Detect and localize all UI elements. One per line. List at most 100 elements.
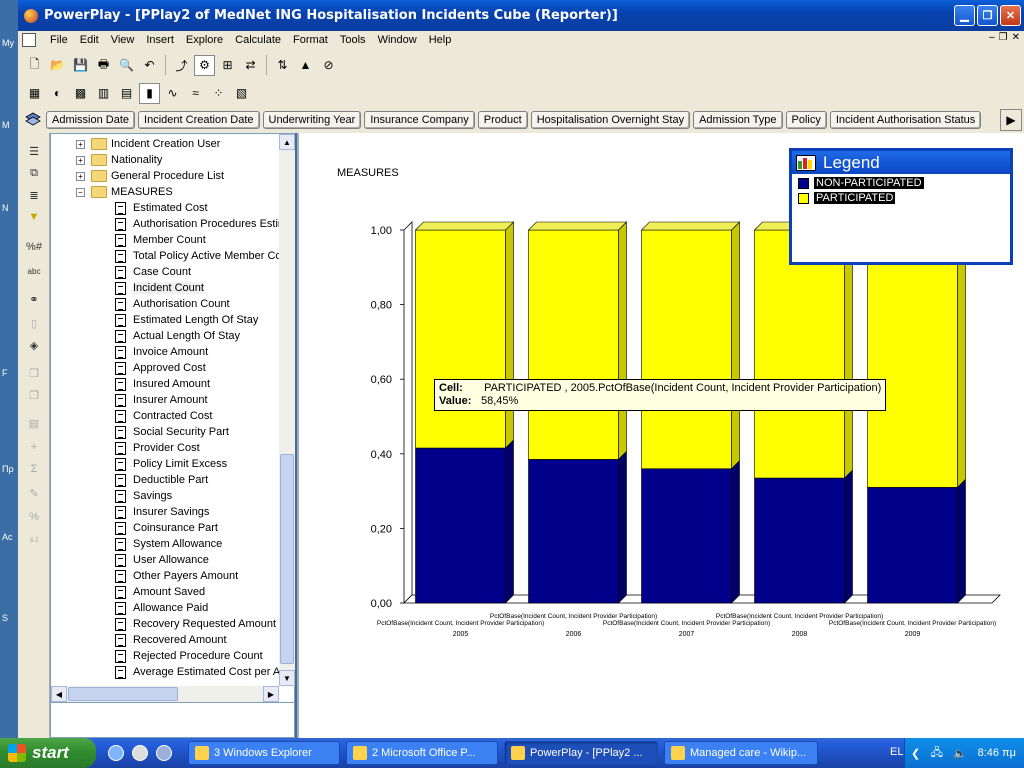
tree-measure-item[interactable]: Savings	[115, 488, 172, 504]
media-player-quicklaunch-icon[interactable]	[156, 745, 172, 761]
taskbar-button[interactable]: PowerPlay - [PPlay2 ...	[504, 741, 658, 765]
percent-icon[interactable]: %	[24, 507, 44, 527]
add-calculation-icon[interactable]: +	[24, 437, 44, 457]
dimension-viewer-icon[interactable]	[24, 111, 42, 127]
legend-entry[interactable]: PARTICIPATED	[798, 192, 1010, 204]
clustered-bar-chart-icon[interactable]: ▥	[93, 83, 114, 104]
close-button[interactable]: ✕	[1000, 5, 1021, 26]
multiline-chart-icon[interactable]: ≈	[185, 83, 206, 104]
bar-segment[interactable]	[415, 447, 506, 604]
pie-chart-icon[interactable]: ◐	[47, 83, 68, 104]
collapse-icon[interactable]: −	[76, 187, 85, 197]
tree-measure-item[interactable]: Approved Cost	[115, 360, 206, 376]
correlation-chart-icon[interactable]: ▧	[231, 83, 252, 104]
highlight-icon[interactable]: ◈	[24, 335, 44, 355]
filter-icon[interactable]: ⊘	[318, 55, 339, 76]
bar-segment[interactable]	[641, 229, 732, 470]
expand-icon[interactable]: +	[76, 171, 85, 181]
taskbar-button[interactable]: 3 Windows Explorer	[188, 741, 340, 765]
volume-icon[interactable]: 🔈	[953, 747, 967, 760]
tree-measure-item[interactable]: Incident Count	[115, 280, 204, 296]
tree-measure-item[interactable]: Insurer Savings	[115, 504, 209, 520]
tree-measure-item[interactable]: Social Security Part	[115, 424, 229, 440]
tree-measure-item[interactable]: Contracted Cost	[115, 408, 212, 424]
dimension-scroll-right-button[interactable]: ▶	[1000, 109, 1022, 131]
legend-title-bar[interactable]: Legend	[792, 151, 1010, 174]
tree-measure-item[interactable]: Recovered Amount	[115, 632, 227, 648]
mdi-minimize-button[interactable]: ‒	[989, 32, 995, 43]
tree-measure-item[interactable]: Estimated Cost	[115, 200, 208, 216]
desktop-icon-label[interactable]: Πρ	[2, 464, 14, 474]
tree-measure-item[interactable]: Insurer Amount	[115, 392, 208, 408]
paste-icon[interactable]: ❐	[24, 385, 44, 405]
start-button[interactable]: start	[0, 738, 96, 768]
tray-arrow-icon[interactable]: ❮	[911, 747, 920, 760]
tree-measure-item[interactable]: Coinsurance Part	[115, 520, 218, 536]
tree-measure-item[interactable]: Invoice Amount	[115, 344, 208, 360]
desktop-icon-label[interactable]: F	[2, 368, 8, 378]
tree-measure-item[interactable]: Amount Saved	[115, 584, 205, 600]
menu-view[interactable]: View	[105, 34, 141, 46]
bar-segment[interactable]	[867, 487, 958, 604]
tree-measure-item[interactable]: Authorisation Procedures Estim	[115, 216, 279, 232]
abc-format-icon[interactable]: abc	[24, 261, 44, 281]
tree-measure-item[interactable]: Total Policy Active Member Co	[115, 248, 279, 264]
menu-tools[interactable]: Tools	[334, 34, 372, 46]
tree-horizontal-scrollbar[interactable]: ◀ ▶	[51, 686, 279, 702]
add-icon[interactable]: ⊞	[217, 55, 238, 76]
tree-measure-item[interactable]: Policy Limit Excess	[115, 456, 227, 472]
tree-measure-item[interactable]: Authorisation Count	[115, 296, 230, 312]
drill-up-icon[interactable]: ⤴	[171, 55, 192, 76]
report-icon[interactable]: ▤	[24, 413, 44, 433]
binoculars-icon[interactable]: ⚭	[24, 289, 44, 309]
tree-measure-item[interactable]: Provider Cost	[115, 440, 200, 456]
percent-hash-icon[interactable]: %#	[24, 237, 44, 257]
legend-window[interactable]: Legend NON-PARTICIPATED PARTICIPATED	[789, 148, 1013, 265]
menu-window[interactable]: Window	[372, 34, 423, 46]
undo-icon[interactable]: ↶	[139, 55, 160, 76]
document-icon[interactable]	[22, 33, 36, 47]
bar-segment[interactable]	[867, 229, 958, 488]
legend-entry[interactable]: NON-PARTICIPATED	[798, 177, 1010, 189]
menu-insert[interactable]: Insert	[140, 34, 180, 46]
clock[interactable]: 8:46 πμ	[978, 747, 1016, 759]
copy-icon[interactable]: ❐	[24, 363, 44, 383]
tree-measure-item[interactable]: Other Payers Amount	[115, 568, 238, 584]
tree-measure-item[interactable]: Allowance Paid	[115, 600, 208, 616]
tree-measure-item[interactable]: Case Count	[115, 264, 191, 280]
bar-segment[interactable]	[528, 459, 619, 604]
tree-folder[interactable]: − MEASURES	[76, 184, 173, 200]
scroll-thumb[interactable]	[280, 454, 294, 664]
tree-folder[interactable]: + General Procedure List	[76, 168, 224, 184]
rank-icon[interactable]: ▲	[295, 55, 316, 76]
desktop-icon-label[interactable]: My	[2, 38, 14, 48]
powerplay-app-icon[interactable]	[24, 8, 38, 23]
tree-measure-item[interactable]: Actual Length Of Stay	[115, 328, 240, 344]
tree-measure-item[interactable]: User Allowance	[115, 552, 209, 568]
page-icon[interactable]: ▯	[24, 313, 44, 333]
dimension-tab[interactable]: Underwriting Year	[262, 111, 362, 129]
new-file-icon[interactable]: 🗋	[24, 55, 45, 76]
language-indicator[interactable]: EL	[890, 746, 903, 758]
menu-explore[interactable]: Explore	[180, 34, 229, 46]
print-preview-icon[interactable]: 🔍	[116, 55, 137, 76]
insert-rows-icon[interactable]: ☰	[24, 141, 44, 161]
stacked-bar-chart[interactable]: 0,00 0,20 0,40 0,60 0,80 1,00 PctOfBase(Incide…	[299, 213, 1024, 733]
tree-folder[interactable]: + Incident Creation User	[76, 136, 220, 152]
tree-measure-item[interactable]: Estimated Length Of Stay	[115, 312, 258, 328]
save-icon[interactable]: 💾	[70, 55, 91, 76]
network-icon[interactable]: 🖧	[931, 744, 943, 763]
tree-measure-item[interactable]: System Allowance	[115, 536, 222, 552]
menu-file[interactable]: File	[44, 34, 74, 46]
simple-bar-chart-icon[interactable]: ▤	[116, 83, 137, 104]
dimension-tab[interactable]: Hospitalisation Overnight Stay	[530, 111, 691, 129]
3d-bar-chart-icon[interactable]: ▩	[70, 83, 91, 104]
scroll-up-arrow-icon[interactable]: ▲	[279, 134, 295, 150]
bar-segment[interactable]	[528, 229, 619, 460]
explore-icon[interactable]: ⚙	[194, 54, 215, 76]
tree-measure-item[interactable]: Insured Amount	[115, 376, 210, 392]
line-chart-icon[interactable]: ∿	[162, 83, 183, 104]
statistics-icon[interactable]: s.t	[24, 529, 44, 549]
dimension-tab[interactable]: Incident Authorisation Status	[829, 111, 982, 129]
mdi-restore-button[interactable]: ❐	[999, 32, 1008, 43]
